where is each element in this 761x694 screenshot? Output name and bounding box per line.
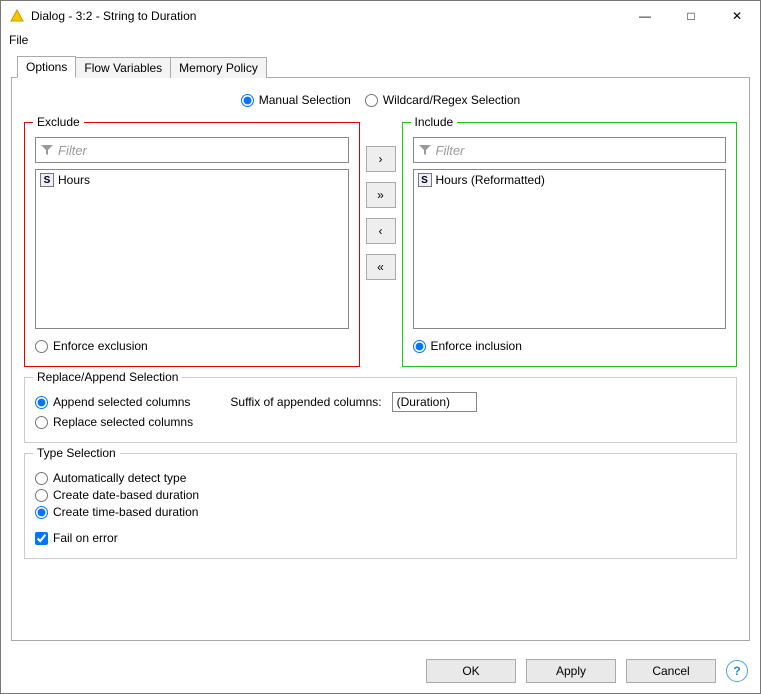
suffix-row: Suffix of appended columns: bbox=[230, 392, 476, 412]
string-type-icon: S bbox=[40, 173, 54, 187]
suffix-label: Suffix of appended columns: bbox=[230, 395, 381, 409]
radio-wildcard-selection[interactable]: Wildcard/Regex Selection bbox=[365, 93, 520, 107]
filter-icon bbox=[414, 143, 436, 157]
replace-append-legend: Replace/Append Selection bbox=[33, 370, 182, 384]
help-button[interactable]: ? bbox=[726, 660, 748, 682]
radio-enforce-inclusion[interactable]: Enforce inclusion bbox=[413, 339, 727, 353]
include-group: Include Filter S Hours (Reformatted) Enf… bbox=[402, 122, 738, 367]
selection-mode-row: Manual Selection Wildcard/Regex Selectio… bbox=[24, 90, 737, 110]
radio-time-based[interactable]: Create time-based duration bbox=[35, 505, 726, 519]
tab-strip: Options Flow Variables Memory Policy bbox=[17, 55, 750, 77]
replace-append-group: Replace/Append Selection Append selected… bbox=[24, 377, 737, 443]
tab-flow-variables[interactable]: Flow Variables bbox=[75, 57, 171, 78]
radio-enforce-exclusion[interactable]: Enforce exclusion bbox=[35, 339, 349, 353]
move-all-left-button[interactable]: « bbox=[366, 254, 396, 280]
tab-body-options: Manual Selection Wildcard/Regex Selectio… bbox=[11, 77, 750, 641]
type-selection-group: Type Selection Automatically detect type… bbox=[24, 453, 737, 559]
checkbox-fail-on-error[interactable]: Fail on error bbox=[35, 531, 726, 545]
type-selection-legend: Type Selection bbox=[33, 446, 120, 460]
tab-memory-policy[interactable]: Memory Policy bbox=[170, 57, 267, 78]
minimize-button[interactable]: — bbox=[622, 1, 668, 31]
list-item[interactable]: S Hours (Reformatted) bbox=[416, 172, 724, 188]
exclude-group: Exclude Filter S Hours Enforce exclusion bbox=[24, 122, 360, 367]
include-filter-placeholder: Filter bbox=[436, 143, 465, 158]
maximize-button[interactable]: □ bbox=[668, 1, 714, 31]
radio-replace-columns[interactable]: Replace selected columns bbox=[35, 415, 726, 429]
include-list[interactable]: S Hours (Reformatted) bbox=[413, 169, 727, 329]
list-item-label: Hours (Reformatted) bbox=[436, 173, 545, 187]
radio-date-based[interactable]: Create date-based duration bbox=[35, 488, 726, 502]
tab-options[interactable]: Options bbox=[17, 56, 76, 78]
button-bar: OK Apply Cancel ? bbox=[1, 649, 760, 693]
move-all-right-button[interactable]: » bbox=[366, 182, 396, 208]
window-title: Dialog - 3:2 - String to Duration bbox=[31, 9, 622, 23]
ok-button[interactable]: OK bbox=[426, 659, 516, 683]
list-item-label: Hours bbox=[58, 173, 90, 187]
radio-append-columns[interactable]: Append selected columns bbox=[35, 395, 190, 409]
exclude-legend: Exclude bbox=[33, 115, 84, 129]
radio-manual-selection[interactable]: Manual Selection bbox=[241, 93, 351, 107]
include-filter[interactable]: Filter bbox=[413, 137, 727, 163]
column-selector: Exclude Filter S Hours Enforce exclusion bbox=[24, 122, 737, 367]
menu-file[interactable]: File bbox=[9, 33, 28, 47]
radio-auto-detect[interactable]: Automatically detect type bbox=[35, 471, 726, 485]
move-buttons: › » ‹ « bbox=[366, 122, 396, 367]
exclude-filter[interactable]: Filter bbox=[35, 137, 349, 163]
dialog-content: Options Flow Variables Memory Policy Man… bbox=[1, 51, 760, 649]
titlebar: Dialog - 3:2 - String to Duration — □ ✕ bbox=[1, 1, 760, 31]
exclude-filter-placeholder: Filter bbox=[58, 143, 87, 158]
string-type-icon: S bbox=[418, 173, 432, 187]
app-icon bbox=[9, 8, 25, 24]
include-legend: Include bbox=[411, 115, 458, 129]
exclude-list[interactable]: S Hours bbox=[35, 169, 349, 329]
filter-icon bbox=[36, 143, 58, 157]
suffix-input[interactable] bbox=[392, 392, 477, 412]
move-left-button[interactable]: ‹ bbox=[366, 218, 396, 244]
close-button[interactable]: ✕ bbox=[714, 1, 760, 31]
menu-bar: File bbox=[1, 31, 760, 51]
cancel-button[interactable]: Cancel bbox=[626, 659, 716, 683]
move-right-button[interactable]: › bbox=[366, 146, 396, 172]
apply-button[interactable]: Apply bbox=[526, 659, 616, 683]
list-item[interactable]: S Hours bbox=[38, 172, 346, 188]
